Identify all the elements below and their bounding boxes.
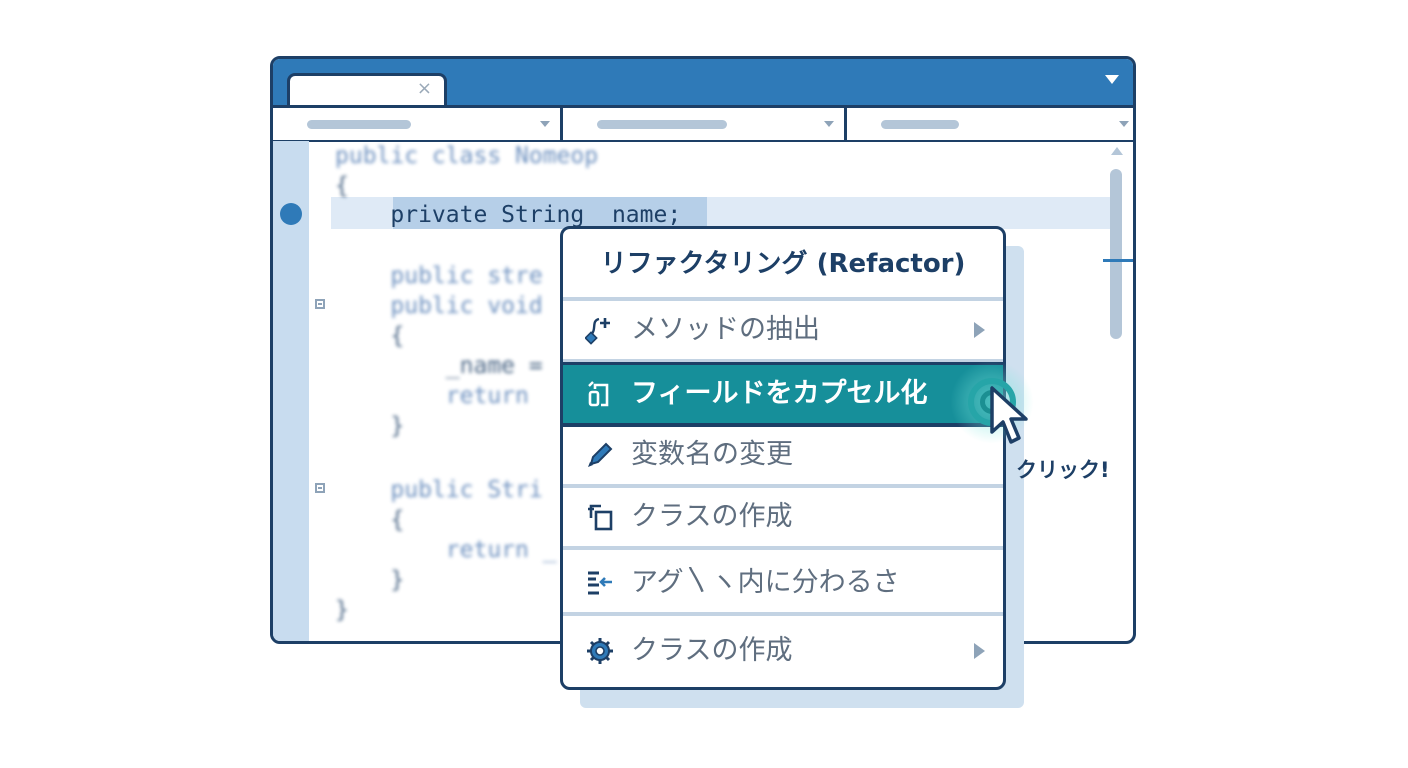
menu-item-label: クラスの作成 — [631, 635, 793, 666]
create-class-icon — [588, 504, 613, 531]
dropdown-placeholder — [597, 120, 727, 129]
menu-item-label: 変数名の変更 — [631, 439, 793, 470]
vertical-scrollbar[interactable] — [1109, 147, 1123, 631]
gear-icon — [587, 638, 613, 664]
menu-item-label: フィールドをカプセル化 — [631, 378, 928, 409]
menu-item-reorder[interactable]: アグ〵ヽ内に分わるさ — [563, 554, 1003, 616]
submenu-arrow-icon — [974, 322, 985, 338]
code-line: public void — [335, 293, 543, 319]
menu-item-extract-method[interactable]: メソッドの抽出 — [563, 301, 1003, 363]
type-dropdown[interactable] — [563, 108, 847, 140]
menu-item-label: アグ〵ヽ内に分わるさ — [631, 567, 900, 598]
code-line: public class Nomeop — [335, 143, 599, 169]
code-line: public stre — [335, 263, 543, 289]
dropdown-placeholder — [881, 120, 959, 129]
click-annotation: クリック! — [1016, 458, 1110, 482]
title-bar: × — [273, 59, 1133, 107]
chevron-down-icon — [1119, 121, 1129, 127]
encapsulate-field-icon — [588, 381, 609, 407]
chevron-down-icon — [824, 121, 834, 127]
extract-method-icon — [585, 317, 610, 345]
fold-toggle-icon[interactable] — [315, 483, 325, 493]
code-line: { — [335, 323, 405, 349]
mouse-pointer-icon — [990, 386, 1028, 444]
code-line: return — [335, 383, 529, 409]
code-line: _name = — [335, 353, 543, 379]
code-line: public Stri — [335, 477, 543, 503]
scrollbar-thumb[interactable] — [1110, 169, 1122, 339]
menu-title: リファクタリング (Refactor) — [563, 229, 1003, 301]
code-line: } — [335, 597, 349, 623]
code-line: { — [335, 507, 405, 533]
refactor-context-menu: リファクタリング (Refactor) メソッドの抽出 フィールドをカプセル化 … — [560, 226, 1006, 690]
submenu-arrow-icon — [974, 643, 985, 659]
editor-gutter[interactable] — [273, 141, 309, 641]
code-line: } — [335, 567, 405, 593]
menu-item-label: メソッドの抽出 — [631, 314, 820, 345]
navigation-bar — [273, 105, 1133, 142]
project-dropdown[interactable] — [273, 108, 563, 140]
menu-item-encapsulate-field[interactable]: フィールドをカプセル化 — [563, 362, 1003, 427]
menu-item-label: クラスの作成 — [631, 501, 793, 532]
code-line: return _ — [335, 537, 557, 563]
code-line: { — [335, 173, 349, 199]
menu-item-create-class[interactable]: クラスの作成 — [563, 488, 1003, 550]
reorder-lines-icon — [588, 571, 612, 595]
member-dropdown[interactable] — [847, 108, 1133, 140]
menu-item-create-class-submenu[interactable]: クラスの作成 — [563, 622, 1003, 680]
overview-ruler-mark — [1103, 259, 1133, 262]
code-line: } — [335, 413, 405, 439]
breakpoint-icon[interactable] — [280, 203, 302, 225]
close-icon[interactable]: × — [417, 78, 432, 99]
chevron-down-icon — [540, 121, 550, 127]
pencil-icon — [588, 442, 613, 467]
dropdown-placeholder — [307, 120, 411, 129]
menu-item-rename-variable[interactable]: 変数名の変更 — [563, 426, 1003, 488]
chevron-down-icon[interactable] — [1105, 75, 1119, 84]
fold-toggle-icon[interactable] — [315, 299, 325, 309]
editor-tab[interactable]: × — [287, 73, 447, 107]
scroll-up-icon[interactable] — [1111, 147, 1123, 155]
